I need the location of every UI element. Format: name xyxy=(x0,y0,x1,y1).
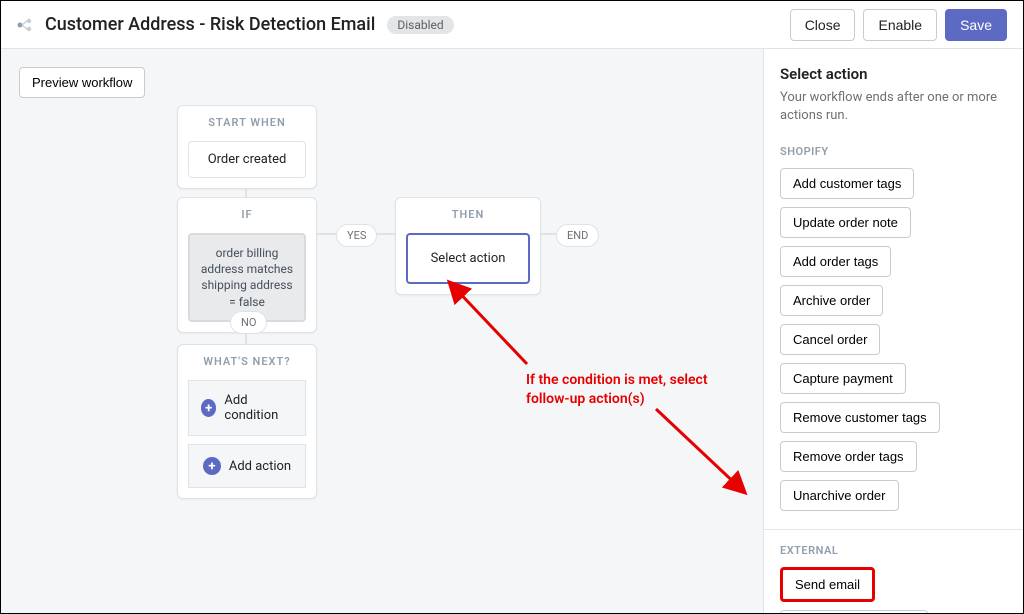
action-sidebar: Select action Your workflow ends after o… xyxy=(763,49,1023,613)
action-add-order-tags[interactable]: Add order tags xyxy=(780,246,891,277)
flow-logo-icon xyxy=(17,17,33,33)
action-capture-payment[interactable]: Capture payment xyxy=(780,363,906,394)
topbar: Customer Address - Risk Detection Email … xyxy=(1,1,1023,49)
shopify-section-label: SHOPIFY xyxy=(780,145,1007,158)
action-archive-order[interactable]: Archive order xyxy=(780,285,883,316)
external-section-label: EXTERNAL xyxy=(780,544,1007,557)
start-node[interactable]: START WHEN Order created xyxy=(177,105,317,189)
select-action-box[interactable]: Select action xyxy=(406,233,530,284)
then-node-label: THEN xyxy=(396,198,540,227)
page-title: Customer Address - Risk Detection Email xyxy=(45,14,375,35)
start-node-label: START WHEN xyxy=(178,106,316,135)
enable-button[interactable]: Enable xyxy=(863,9,937,41)
workflow-canvas: Preview workflow START WHEN Order create… xyxy=(1,49,763,613)
action-unarchive-order[interactable]: Unarchive order xyxy=(780,480,899,511)
whats-next-label: WHAT'S NEXT? xyxy=(178,345,316,374)
if-node-label: IF xyxy=(178,198,316,227)
action-update-order-note[interactable]: Update order note xyxy=(780,207,911,238)
action-remove-customer-tags[interactable]: Remove customer tags xyxy=(780,402,940,433)
status-badge: Disabled xyxy=(387,16,453,34)
add-condition-button[interactable]: + Add condition xyxy=(188,380,306,436)
no-label: NO xyxy=(230,311,267,334)
whats-next-node: WHAT'S NEXT? + Add condition + Add actio… xyxy=(177,344,317,499)
preview-workflow-button[interactable]: Preview workflow xyxy=(19,67,145,98)
add-condition-label: Add condition xyxy=(224,393,293,423)
end-label: END xyxy=(556,224,599,247)
add-action-label: Add action xyxy=(229,459,291,474)
section-divider xyxy=(764,529,1023,530)
save-button[interactable]: Save xyxy=(945,9,1007,41)
action-remove-order-tags[interactable]: Remove order tags xyxy=(780,441,917,472)
sidebar-title: Select action xyxy=(780,65,1007,83)
plus-icon: + xyxy=(201,399,216,417)
plus-icon: + xyxy=(203,457,221,475)
action-cancel-order[interactable]: Cancel order xyxy=(780,324,880,355)
then-node[interactable]: THEN Select action xyxy=(395,197,541,295)
add-action-button[interactable]: + Add action xyxy=(188,444,306,488)
close-button[interactable]: Close xyxy=(790,9,856,41)
sidebar-subtitle: Your workflow ends after one or more act… xyxy=(780,89,1007,125)
if-condition: order billing address matches shipping a… xyxy=(188,233,306,322)
annotation-text: If the condition is met, select follow-u… xyxy=(526,371,736,409)
action-add-customer-tags[interactable]: Add customer tags xyxy=(780,168,914,199)
start-trigger: Order created xyxy=(188,141,306,178)
action-send-email[interactable]: Send email xyxy=(780,567,875,602)
yes-label: YES xyxy=(336,224,377,247)
action-send-slack-message[interactable]: Send Slack message xyxy=(780,610,928,613)
